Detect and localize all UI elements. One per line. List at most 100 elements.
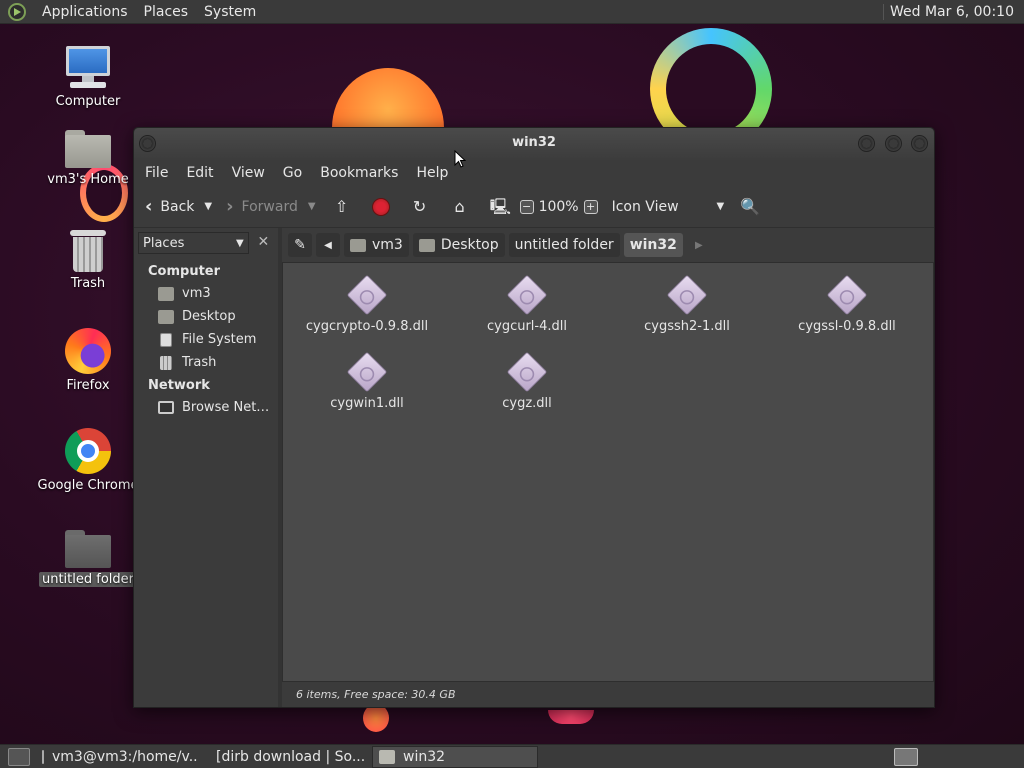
sidebar-item-trash[interactable]: Trash	[134, 351, 278, 374]
sidebar-item-label: Desktop	[182, 309, 236, 324]
menu-go[interactable]: Go	[274, 165, 311, 181]
task-win32[interactable]: win32	[372, 745, 538, 768]
file-name: cygcurl-4.dll	[486, 319, 567, 334]
workspace-switcher[interactable]	[894, 747, 918, 766]
menu-file[interactable]: File	[136, 165, 177, 181]
menu-view[interactable]: View	[223, 165, 274, 181]
sidebar-category-network[interactable]: Network	[134, 374, 278, 396]
task-label: [dirb download | So...	[216, 748, 366, 765]
path-scroll-right[interactable]: ▶	[687, 233, 711, 257]
trash-icon	[160, 355, 172, 370]
desktop-icon-label: Firefox	[66, 378, 110, 393]
reload-icon: ↻	[412, 196, 427, 216]
file-name: cygwin1.dll	[330, 396, 404, 411]
distro-logo-icon[interactable]	[8, 2, 26, 21]
file-item[interactable]: cygcurl-4.dll	[447, 274, 607, 334]
sidebar-item-vm3[interactable]: vm3	[134, 282, 278, 305]
path-crumb-desktop[interactable]: Desktop	[412, 233, 505, 257]
path-crumb-vm3[interactable]: vm3	[344, 233, 409, 257]
file-item[interactable]: cygz.dll	[447, 351, 607, 411]
sidebar: Places ▼ ✕ Computer vm3 Desktop File Sys…	[134, 228, 282, 707]
back-arrow-icon: ‹	[145, 196, 153, 217]
stop-icon	[371, 197, 390, 216]
home-folder-icon	[158, 286, 174, 301]
reload-button[interactable]: ↻	[405, 190, 435, 224]
maximize-button[interactable]	[885, 135, 902, 152]
path-crumb-untitled-folder[interactable]: untitled folder	[508, 233, 620, 257]
close-icon: ✕	[257, 234, 270, 250]
computer-icon	[64, 46, 112, 90]
main-pane: ✎ ◀ vm3 Desktop untitled folder win32 ▶ …	[282, 228, 934, 707]
menu-places[interactable]: Places	[136, 4, 197, 20]
stop-button[interactable]	[367, 190, 395, 224]
forward-button[interactable]: › Forward ▼	[221, 190, 320, 224]
sidebar-item-browse-network[interactable]: Browse Net…	[134, 396, 278, 419]
task-terminal[interactable]: vm3@vm3:/home/v...	[36, 746, 198, 768]
zoom-out-button[interactable]: −	[515, 190, 539, 224]
search-button[interactable]: 🔍	[735, 190, 765, 224]
sidebar-category-computer[interactable]: Computer	[134, 260, 278, 282]
toolbar: ‹ Back ▼ › Forward ▼ ⇧ ↻ ⌂ 🖳 − 100% + Ic…	[134, 186, 934, 228]
drive-icon	[160, 332, 172, 347]
back-label: Back	[160, 198, 195, 215]
sidebar-item-label: Trash	[182, 355, 217, 370]
home-button[interactable]: ⌂	[445, 190, 475, 224]
folder-icon	[418, 238, 435, 252]
view-mode-select[interactable]: Icon View ▼	[607, 190, 730, 224]
menu-system[interactable]: System	[196, 4, 264, 20]
desktop-icon-chrome[interactable]: Google Chrome	[36, 428, 140, 493]
edit-location-icon: ✎	[294, 237, 306, 253]
desktop-icon-trash[interactable]: Trash	[36, 230, 140, 291]
computer-button[interactable]: 🖳	[485, 190, 515, 224]
file-item[interactable]: cygssh2-1.dll	[607, 274, 767, 334]
status-bar: 6 items, Free space: 30.4 GB	[282, 682, 934, 707]
show-desktop-button[interactable]	[8, 747, 30, 766]
close-button[interactable]	[911, 135, 928, 152]
taskbar: vm3@vm3:/home/v... [dirb download | So..…	[0, 744, 1024, 768]
sidebar-item-desktop[interactable]: Desktop	[134, 305, 278, 328]
menu-bookmarks[interactable]: Bookmarks	[311, 165, 407, 181]
menu-edit[interactable]: Edit	[177, 165, 222, 181]
zoom-out-icon: −	[519, 199, 534, 214]
dll-file-icon	[506, 351, 548, 393]
sidebar-type-label: Places	[143, 235, 185, 251]
file-name: cygssh2-1.dll	[644, 319, 730, 334]
minimize-button[interactable]	[858, 135, 875, 152]
file-item[interactable]: cygssl-0.9.8.dll	[767, 274, 927, 334]
clock[interactable]: Wed Mar 6, 00:10	[883, 3, 1020, 20]
path-crumb-win32[interactable]: win32	[623, 233, 683, 257]
title-bar[interactable]: win32	[134, 128, 934, 160]
desktop-icon-untitled-folder[interactable]: untitled folder	[36, 530, 140, 587]
desktop-icon-firefox[interactable]: Firefox	[36, 328, 140, 393]
toggle-location-button[interactable]: ✎	[288, 233, 312, 257]
top-panel: Applications Places System Wed Mar 6, 00…	[0, 0, 1024, 24]
menu-applications[interactable]: Applications	[34, 4, 136, 20]
icon-view[interactable]: cygcrypto-0.9.8.dll cygcurl-4.dll cygssh…	[282, 262, 934, 682]
file-item[interactable]: cygcrypto-0.9.8.dll	[287, 274, 447, 334]
chevron-down-icon: ▼	[716, 201, 725, 212]
sidebar-type-select[interactable]: Places ▼	[138, 232, 249, 254]
sidebar-close-button[interactable]: ✕	[253, 232, 274, 254]
desktop-icon-computer[interactable]: Computer	[36, 46, 140, 109]
desktop-icon-label: Trash	[70, 276, 106, 291]
task-firefox[interactable]: [dirb download | So...	[202, 746, 368, 768]
sidebar-item-label: Browse Net…	[182, 400, 270, 415]
menu-help[interactable]: Help	[407, 165, 457, 181]
file-name: cygz.dll	[502, 396, 552, 411]
chevron-down-icon[interactable]: ▼	[308, 201, 316, 212]
chevron-down-icon[interactable]: ▼	[204, 201, 212, 212]
dll-file-icon	[346, 351, 388, 393]
sidebar-item-file-system[interactable]: File System	[134, 328, 278, 351]
forward-arrow-icon: ›	[226, 196, 234, 217]
search-icon: 🔍	[740, 196, 761, 216]
home-icon: ⌂	[454, 196, 465, 216]
desktop-icon-home[interactable]: vm3's Home	[36, 130, 140, 187]
path-scroll-left[interactable]: ◀	[316, 233, 340, 257]
zoom-in-button[interactable]: +	[579, 190, 603, 224]
window-title: win32	[512, 135, 556, 150]
desktop-icon-label: Computer	[55, 94, 121, 109]
file-item[interactable]: cygwin1.dll	[287, 351, 447, 411]
up-button[interactable]: ⇧	[327, 190, 357, 224]
back-button[interactable]: ‹ Back ▼	[140, 190, 217, 224]
zoom-in-icon: +	[583, 199, 598, 214]
